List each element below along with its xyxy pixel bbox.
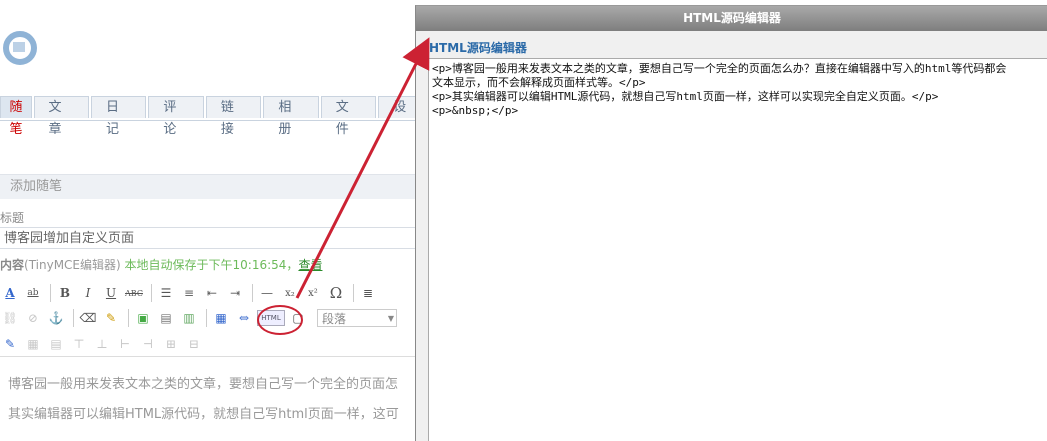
- paste-icon[interactable]: ▦: [211, 308, 231, 328]
- toolbar-separator: [151, 284, 152, 302]
- col-insert-icon[interactable]: ⊢: [115, 334, 135, 354]
- format-select-value: 段落: [322, 312, 347, 326]
- code-line: <p>&nbsp;</p>: [432, 104, 519, 117]
- tab-article[interactable]: 文章: [33, 96, 89, 137]
- toolbar-separator: [206, 309, 207, 327]
- numbered-list-icon[interactable]: ≡: [179, 283, 199, 303]
- admin-tabs: 随笔 文章 日记 评论 链接 相册 文件 设置: [0, 96, 420, 137]
- eraser-icon[interactable]: ⌫: [78, 308, 98, 328]
- italic-icon[interactable]: I: [78, 283, 98, 303]
- superscript-icon[interactable]: x²: [303, 283, 323, 303]
- editor-toolbar-row-2: ⛓ ⊘ ⚓ ⌫ ✎ ▣ ▤ ▥ ▦ ⇔ HTML ▢ 段落 ▼: [0, 306, 418, 330]
- unlink-icon[interactable]: ⊘: [23, 308, 43, 328]
- anchor-icon[interactable]: ⚓: [46, 308, 66, 328]
- subscript-icon[interactable]: x₂: [280, 283, 300, 303]
- code-line: 文本显示，而不会解释成页面样式等。</p>: [432, 76, 646, 89]
- blog-logo: [0, 18, 40, 78]
- special-char-icon[interactable]: Ω: [326, 283, 346, 303]
- tab-settings[interactable]: 设置: [378, 96, 419, 118]
- code-line: <p>博客园一般用来发表文本之类的文章，要想自己写一个完全的页面怎么办？直接在编…: [432, 62, 1007, 75]
- toolbar-separator: [50, 284, 51, 302]
- autosave-status: 本地自动保存于下午10:16:54，查看: [125, 258, 323, 272]
- horizontal-rule-icon[interactable]: —: [257, 283, 277, 303]
- media-icon[interactable]: ▥: [179, 308, 199, 328]
- table-icon[interactable]: ▦: [23, 334, 43, 354]
- indent-icon[interactable]: ⇥: [225, 283, 245, 303]
- font-color-icon[interactable]: A: [0, 283, 20, 303]
- image-icon[interactable]: ▤: [156, 308, 176, 328]
- dialog-heading: HTML源码编辑器: [429, 41, 527, 55]
- view-autosave-link[interactable]: 查看: [298, 258, 322, 272]
- tab-diary[interactable]: 日记: [90, 96, 147, 137]
- cleanup-icon[interactable]: ✎: [101, 308, 121, 328]
- editor-paragraph: 其实编辑器可以编辑HTML源代码，就想自己写html页面一样，这可: [8, 407, 399, 422]
- toolbar-separator: [73, 309, 74, 327]
- autosave-text: 本地自动保存于下午10:16:54，: [124, 258, 299, 272]
- bold-icon[interactable]: B: [55, 283, 75, 303]
- tab-files[interactable]: 文件: [320, 96, 377, 137]
- add-essay-label: 添加随笔: [10, 179, 63, 194]
- content-label: 内容(TinyMCE编辑器) 本地自动保存于下午10:16:54，查看: [0, 256, 322, 273]
- highlight-color-icon[interactable]: ab: [23, 283, 43, 303]
- toolbar-separator: [353, 284, 354, 302]
- row-insert-icon[interactable]: ⊤: [69, 334, 89, 354]
- link-icon[interactable]: ⛓: [0, 308, 20, 328]
- tab-album[interactable]: 相册: [263, 96, 319, 137]
- code-line: <p>其实编辑器可以编辑HTML源代码，就想自己写html页面一样，这样可以实现…: [432, 90, 939, 103]
- annotation-ellipse: [257, 305, 303, 335]
- html-source-textarea[interactable]: <p>博客园一般用来发表文本之类的文章，要想自己写一个完全的页面怎么办？直接在编…: [428, 58, 1047, 441]
- align-icon[interactable]: ≣: [358, 283, 378, 303]
- outdent-icon[interactable]: ⇤: [202, 283, 222, 303]
- row-delete-icon[interactable]: ⊥: [92, 334, 112, 354]
- underline-icon[interactable]: U: [101, 283, 121, 303]
- format-select[interactable]: 段落 ▼: [317, 309, 397, 327]
- title-label: 标题: [0, 211, 25, 225]
- tab-essay[interactable]: 随笔: [0, 96, 32, 137]
- insert-image-icon[interactable]: ▣: [133, 308, 153, 328]
- content-label-main: 内容: [0, 258, 25, 272]
- edit-icon[interactable]: ✎: [0, 334, 20, 354]
- tab-links[interactable]: 链接: [205, 96, 262, 137]
- editor-toolbar-row-3: ✎ ▦ ▤ ⊤ ⊥ ⊢ ⊣ ⊞ ⊟: [0, 332, 418, 356]
- editor-name: (TinyMCE编辑器): [24, 258, 121, 272]
- code-icon[interactable]: ⇔: [234, 308, 254, 328]
- dialog-title: HTML源码编辑器: [416, 6, 1047, 31]
- title-input[interactable]: 博客园增加自定义页面: [0, 227, 416, 249]
- tab-comments[interactable]: 评论: [148, 96, 204, 137]
- toolbar-separator: [252, 284, 253, 302]
- editor-paragraph: 博客园一般用来发表文本之类的文章，要想自己写一个完全的页面怎: [8, 377, 399, 392]
- bullet-list-icon[interactable]: ☰: [156, 283, 176, 303]
- html-source-dialog: HTML源码编辑器 HTML源码编辑器 <p>博客园一般用来发表文本之类的文章，…: [415, 5, 1047, 441]
- col-delete-icon[interactable]: ⊣: [138, 334, 158, 354]
- table-props-icon[interactable]: ▤: [46, 334, 66, 354]
- strikethrough-icon[interactable]: ABC: [124, 283, 144, 303]
- section-header: 添加随笔: [0, 174, 418, 199]
- merge-cells-icon[interactable]: ⊞: [161, 334, 181, 354]
- editor-content[interactable]: 博客园一般用来发表文本之类的文章，要想自己写一个完全的页面怎 其实编辑器可以编辑…: [0, 356, 418, 441]
- editor-toolbar-row-1: A ab B I U ABC ☰ ≡ ⇤ ⇥ — x₂ x² Ω ≣: [0, 281, 418, 305]
- split-cells-icon[interactable]: ⊟: [184, 334, 204, 354]
- toolbar-separator: [128, 309, 129, 327]
- chevron-down-icon: ▼: [387, 314, 394, 323]
